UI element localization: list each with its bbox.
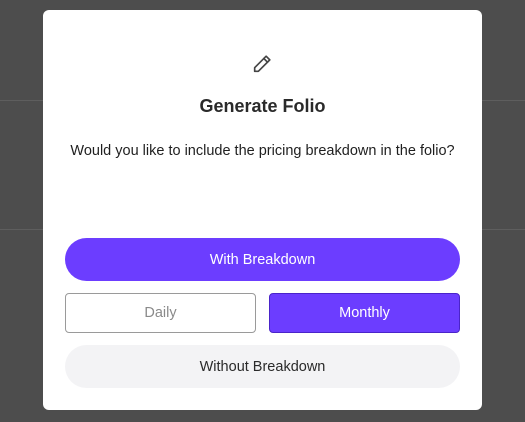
pencil-icon [253,55,271,73]
with-breakdown-button[interactable]: With Breakdown [65,238,460,281]
monthly-option-button[interactable]: Monthly [269,293,460,333]
daily-option-button[interactable]: Daily [65,293,256,333]
generate-folio-dialog: Generate Folio Would you like to include… [43,10,482,410]
without-breakdown-button[interactable]: Without Breakdown [65,345,460,388]
dialog-title: Generate Folio [199,96,326,116]
dialog-message: Would you like to include the pricing br… [70,143,455,159]
